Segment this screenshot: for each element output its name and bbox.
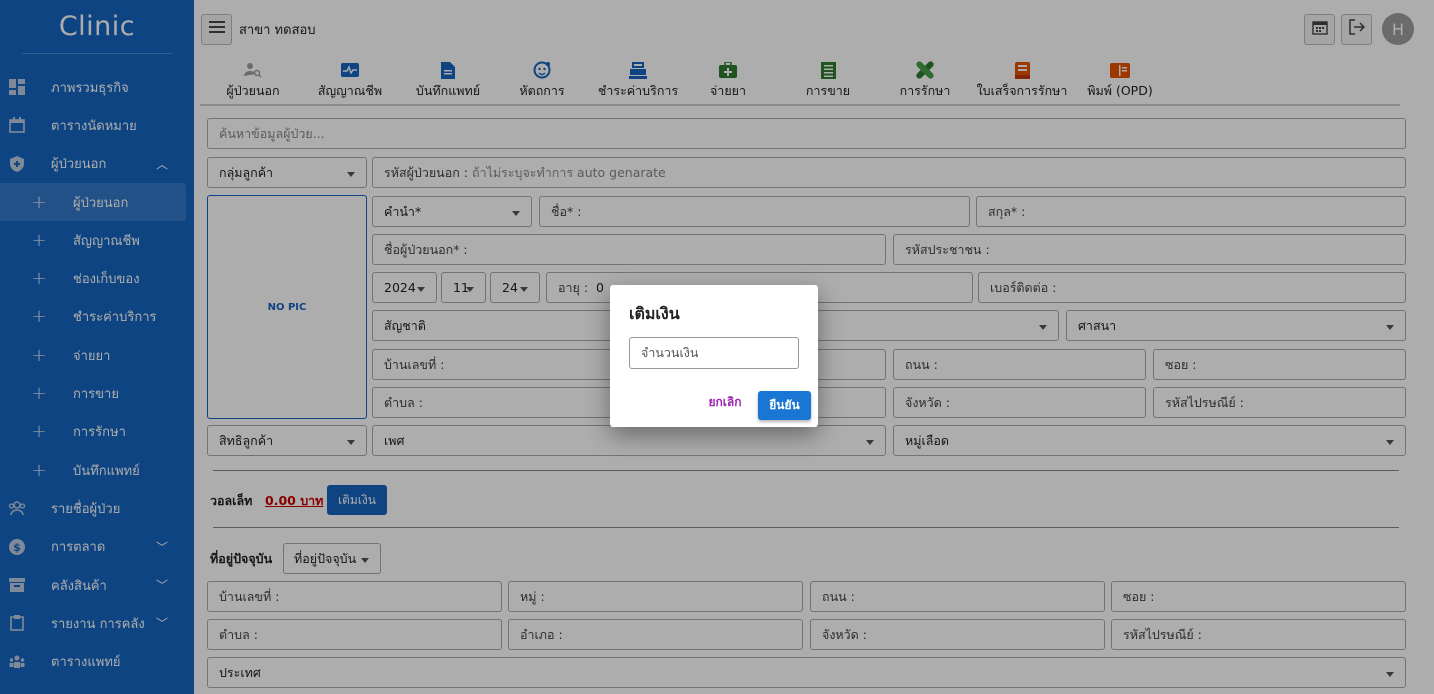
cancel-button[interactable]: ยกเลิก: [705, 393, 745, 412]
topup-dialog: เติมเงิน จำนวนเงิน ยกเลิก ยืนยัน: [610, 285, 818, 427]
dialog-title: เติมเงิน: [629, 304, 680, 323]
amount-input[interactable]: จำนวนเงิน: [629, 337, 799, 369]
confirm-button[interactable]: ยืนยัน: [758, 391, 811, 420]
